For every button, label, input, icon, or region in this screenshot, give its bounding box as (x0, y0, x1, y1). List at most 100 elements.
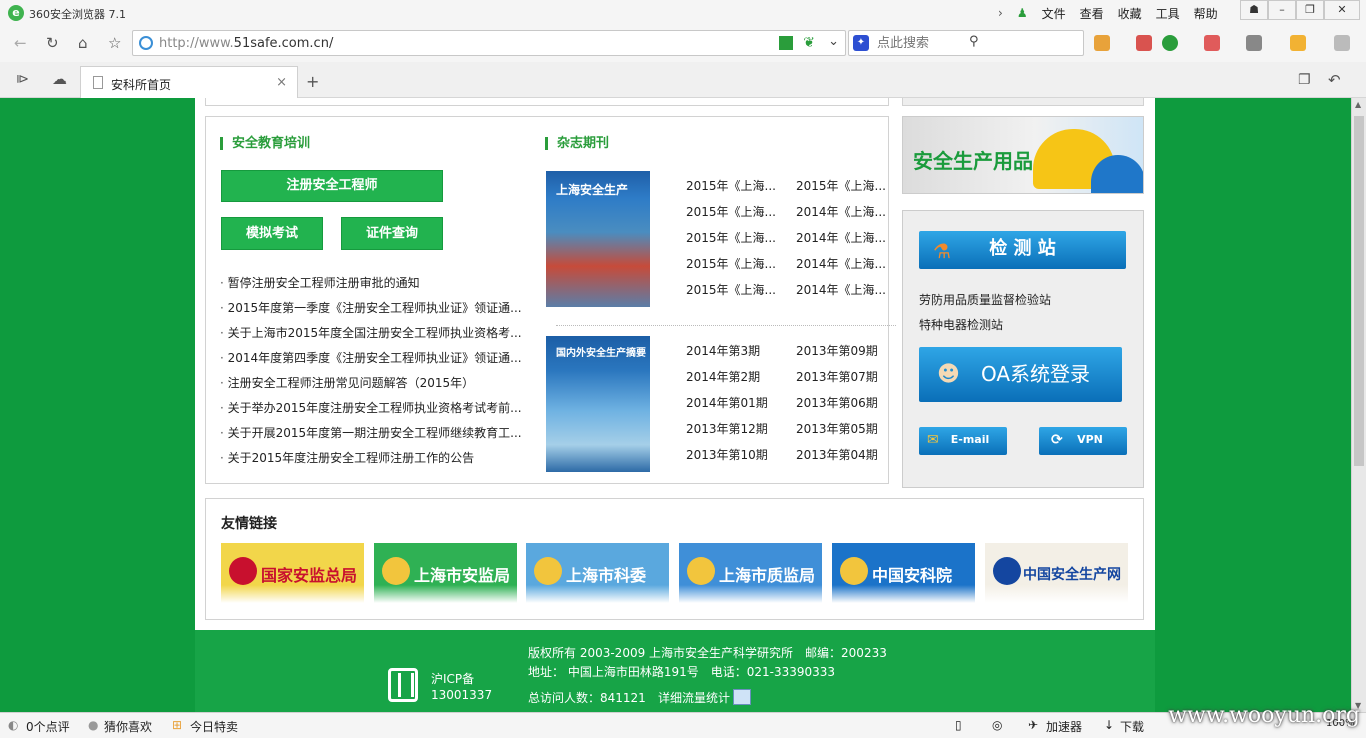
issue-link[interactable]: 2013年第09期 (796, 338, 906, 364)
electric-station-link[interactable]: 特种电器检测站 (919, 316, 1003, 333)
issue-link[interactable]: 2014年第3期 (686, 338, 796, 364)
safety-products-banner[interactable]: 安全生产用品 (902, 116, 1144, 194)
issue-link[interactable]: 2014年第2期 (686, 364, 796, 390)
news-item[interactable]: 2015年度第一季度《注册安全工程师执业证》领证通... (220, 296, 522, 321)
issue-link[interactable]: 2015年《上海... (686, 277, 796, 303)
icp-label[interactable]: 沪ICP备 (431, 670, 474, 687)
daily-deals[interactable]: 今日特卖 (190, 718, 238, 735)
menu-file[interactable]: 文件 (1042, 5, 1066, 22)
tab-home[interactable]: 安科所首页 × (80, 66, 298, 98)
guess-you-like[interactable]: 猜你喜欢 (104, 718, 152, 735)
certificate-query-button[interactable]: 证件查询 (341, 217, 443, 250)
issue-link[interactable]: 2013年第05期 (796, 416, 906, 442)
close-tab-icon[interactable]: × (276, 75, 287, 90)
friendly-link-logo[interactable]: 中国安科院 (832, 543, 975, 603)
scrollbar-thumb[interactable] (1354, 116, 1364, 466)
tab-list-icon[interactable]: ❐ (1298, 72, 1311, 88)
more-icon[interactable] (1334, 35, 1350, 51)
ppe-station-link[interactable]: 劳防用品质量监督检验站 (919, 291, 1051, 308)
search-icon[interactable]: ⚲ (969, 34, 1073, 49)
issue-link[interactable]: 2014年《上海... (796, 277, 906, 303)
divider (556, 325, 896, 326)
reader-icon[interactable] (1204, 35, 1220, 51)
menu-tools[interactable]: 工具 (1156, 5, 1180, 22)
menu-help[interactable]: 帮助 (1194, 5, 1218, 22)
news-item[interactable]: 关于举办2015年度注册安全工程师执业资格考试考前... (220, 396, 522, 421)
cloud-icon[interactable]: ☁ (52, 70, 67, 88)
journal-cover-shanghai[interactable]: 上海安全生产 (546, 171, 650, 307)
baidu-paw-icon[interactable]: ✦ (853, 35, 869, 51)
news-item[interactable]: 关于2015年度注册安全工程师注册工作的公告 (220, 446, 520, 471)
status-bar: ◐ 0个点评 ● 猜你喜欢 ⊞ 今日特卖 ▯ ◎ ✈ 加速器 ↓ 下载 100%… (0, 703, 1366, 738)
issue-link[interactable]: 2013年第06期 (796, 390, 906, 416)
issue-link[interactable]: 2014年《上海... (796, 199, 906, 225)
close-button[interactable]: ✕ (1324, 0, 1360, 20)
apps-icon[interactable] (1094, 35, 1110, 51)
issue-link[interactable]: 2014年《上海... (796, 225, 906, 251)
chevron-right-icon[interactable]: › (998, 6, 1003, 20)
issue-link[interactable]: 2013年第07期 (796, 364, 906, 390)
sidebar-toggle-icon[interactable]: ⧐ (16, 72, 29, 87)
stats-chart-icon[interactable] (733, 689, 752, 705)
shield-icon[interactable] (1162, 35, 1178, 51)
news-item[interactable]: 关于开展2015年度第一期注册安全工程师继续教育工... (220, 421, 522, 446)
address-bar[interactable]: http://www.51safe.com.cn/ ❦ ⌄ (132, 30, 846, 56)
oa-login-button[interactable]: ☻ OA系统登录 (919, 347, 1122, 402)
issue-link[interactable]: 2015年《上海... (686, 199, 796, 225)
menu-favorites[interactable]: 收藏 (1118, 5, 1142, 22)
vertical-scrollbar[interactable]: ▲ ▼ (1351, 98, 1366, 712)
maximize-button[interactable]: ❐ (1296, 0, 1324, 20)
friendly-link-logo[interactable]: 上海市科委 (526, 543, 669, 603)
friendly-link-logo[interactable]: 国家安监总局 (221, 543, 364, 603)
email-button[interactable]: ✉ E-mail (919, 427, 1007, 455)
mobile-icon[interactable]: ▯ (955, 718, 962, 732)
skin-icon[interactable]: ☗ (1240, 0, 1268, 20)
speed-icon[interactable]: ◎ (992, 718, 1002, 732)
chevron-down-icon[interactable]: ⌄ (828, 34, 839, 49)
news-item[interactable]: 暂停注册安全工程师注册审批的通知 (220, 271, 520, 296)
friendly-link-logo[interactable]: 上海市质监局 (679, 543, 822, 603)
journal-cover-digest[interactable]: 国内外安全生产摘要 (546, 336, 650, 472)
news-item[interactable]: 注册安全工程师注册常见问题解答（2015年） (220, 371, 520, 396)
leaf-icon[interactable]: ❦ (803, 35, 815, 51)
issue-link[interactable]: 2015年《上海... (686, 225, 796, 251)
issue-link[interactable]: 2015年《上海... (686, 251, 796, 277)
issue-link[interactable]: 2013年第04期 (796, 442, 906, 468)
download-button[interactable]: 下载 (1120, 718, 1144, 735)
icp-number[interactable]: 13001337 (431, 688, 492, 702)
scroll-up-icon[interactable]: ▲ (1355, 100, 1361, 109)
screenshot-icon[interactable] (1246, 35, 1262, 51)
stats-link[interactable]: 详细流量统计 (658, 689, 752, 706)
register-engineer-button[interactable]: 注册安全工程师 (221, 170, 443, 202)
comment-icon[interactable]: ◐ (8, 718, 18, 732)
issue-link[interactable]: 2013年第12期 (686, 416, 796, 442)
vpn-button[interactable]: ⟳ VPN (1039, 427, 1127, 455)
gift-icon[interactable] (1290, 35, 1306, 51)
back-icon[interactable]: ← (14, 34, 27, 52)
comments-count[interactable]: 0个点评 (26, 718, 70, 735)
issue-link[interactable]: 2013年第10期 (686, 442, 796, 468)
menu-view[interactable]: 查看 (1080, 5, 1104, 22)
star-icon[interactable]: ☆ (108, 34, 121, 52)
mock-exam-button[interactable]: 模拟考试 (221, 217, 323, 250)
education-title: 安全教育培训 (220, 137, 310, 150)
weibo-icon[interactable] (1136, 35, 1152, 51)
news-item[interactable]: 关于上海市2015年度全国注册安全工程师执业资格考... (220, 321, 522, 346)
news-item[interactable]: 2014年度第四季度《注册安全工程师执业证》领证通... (220, 346, 522, 371)
friendly-link-logo[interactable]: 中国安全生产网 (985, 543, 1128, 603)
issue-link[interactable]: 2015年《上海... (796, 173, 906, 199)
qrcode-icon[interactable] (779, 36, 793, 50)
refresh-icon[interactable]: ↻ (46, 34, 59, 52)
testing-station-button[interactable]: ⚗ 检 测 站 (919, 231, 1126, 269)
issue-link[interactable]: 2015年《上海... (686, 173, 796, 199)
undo-close-icon[interactable]: ↶ (1328, 71, 1341, 89)
accelerator-button[interactable]: 加速器 (1046, 718, 1082, 735)
user-icon[interactable]: ♟ (1017, 6, 1028, 20)
friendly-link-logo[interactable]: 上海市安监局 (374, 543, 517, 603)
new-tab-button[interactable]: + (306, 72, 319, 91)
home-icon[interactable]: ⌂ (78, 34, 88, 52)
address-url[interactable]: http://www.51safe.com.cn/ (159, 36, 333, 51)
issue-link[interactable]: 2014年《上海... (796, 251, 906, 277)
minimize-button[interactable]: – (1268, 0, 1296, 20)
issue-link[interactable]: 2014年第01期 (686, 390, 796, 416)
